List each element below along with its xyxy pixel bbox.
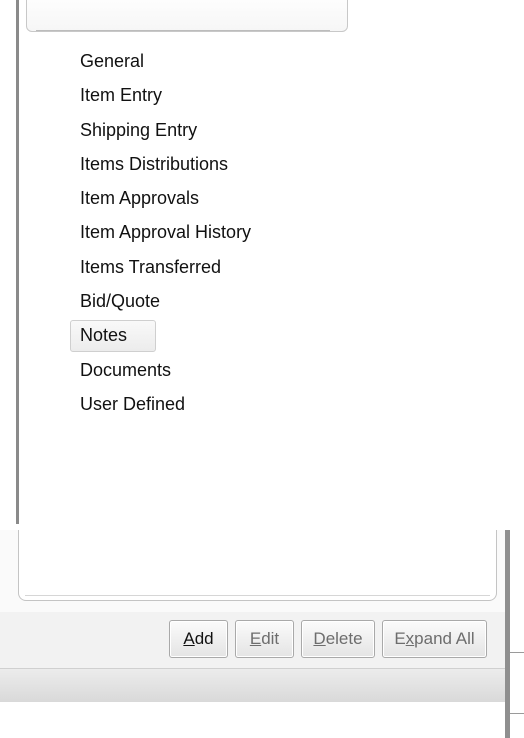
nav-item-notes[interactable]: Notes: [70, 318, 251, 353]
header-box-divider: [36, 30, 330, 31]
delete-button[interactable]: Delete: [301, 620, 375, 658]
adjacent-pane-line: [510, 652, 524, 653]
expand-label-post: pand All: [414, 629, 475, 648]
add-label-post: dd: [194, 629, 214, 648]
nav-item-documents[interactable]: Documents: [70, 353, 251, 387]
nav-item-label: Documents: [80, 359, 172, 380]
notes-panel: Add Edit Delete Expand All: [0, 530, 524, 738]
nav-item-label: Item Approvals: [80, 188, 200, 209]
notes-content-area[interactable]: [18, 530, 497, 601]
navigation-panel: General Item Entry Shipping Entry Items …: [0, 0, 348, 524]
add-access-key: A: [183, 629, 195, 648]
nav-item-label: Item Approval History: [80, 222, 252, 243]
nav-item-items-transferred[interactable]: Items Transferred: [70, 250, 251, 284]
nav-item-label: Item Entry: [80, 85, 163, 106]
lower-blank-area: [0, 702, 505, 738]
nav-item-items-distributions[interactable]: Items Distributions: [70, 147, 251, 181]
nav-item-user-defined[interactable]: User Defined: [70, 387, 251, 421]
header-box: [26, 0, 348, 32]
panel-left-border: [16, 0, 19, 524]
status-bar: [0, 669, 505, 702]
notes-toolbar: Add Edit Delete Expand All: [0, 612, 505, 669]
delete-access-key: D: [313, 629, 326, 648]
nav-item-item-approval-history[interactable]: Item Approval History: [70, 215, 251, 249]
nav-item-label: Shipping Entry: [80, 119, 198, 140]
nav-item-shipping-entry[interactable]: Shipping Entry: [70, 113, 251, 147]
nav-item-item-approvals[interactable]: Item Approvals: [70, 181, 251, 215]
expand-label-pre: E: [394, 629, 406, 648]
nav-item-label: Items Transferred: [80, 256, 222, 277]
nav-item-item-entry[interactable]: Item Entry: [70, 78, 251, 112]
nav-item-general[interactable]: General: [70, 44, 251, 78]
edit-access-key: E: [249, 629, 262, 648]
expand-access-key: x: [405, 629, 415, 648]
delete-label-post: elete: [325, 629, 363, 648]
expand-all-button[interactable]: Expand All: [382, 620, 487, 658]
nav-item-label: General: [80, 51, 145, 71]
nav-item-label: User Defined: [80, 393, 186, 414]
edit-label-post: dit: [261, 629, 280, 648]
nav-item-label: Items Distributions: [80, 153, 229, 174]
nav-item-label: Notes: [80, 325, 128, 346]
nav-item-label: Bid/Quote: [80, 291, 161, 312]
nav-item-bid-quote[interactable]: Bid/Quote: [70, 284, 251, 318]
edit-button[interactable]: Edit: [235, 620, 294, 658]
adjacent-pane-edge: [510, 530, 524, 738]
add-button[interactable]: Add: [169, 620, 228, 658]
adjacent-pane-line: [510, 713, 524, 714]
nav-list: General Item Entry Shipping Entry Items …: [70, 44, 251, 421]
